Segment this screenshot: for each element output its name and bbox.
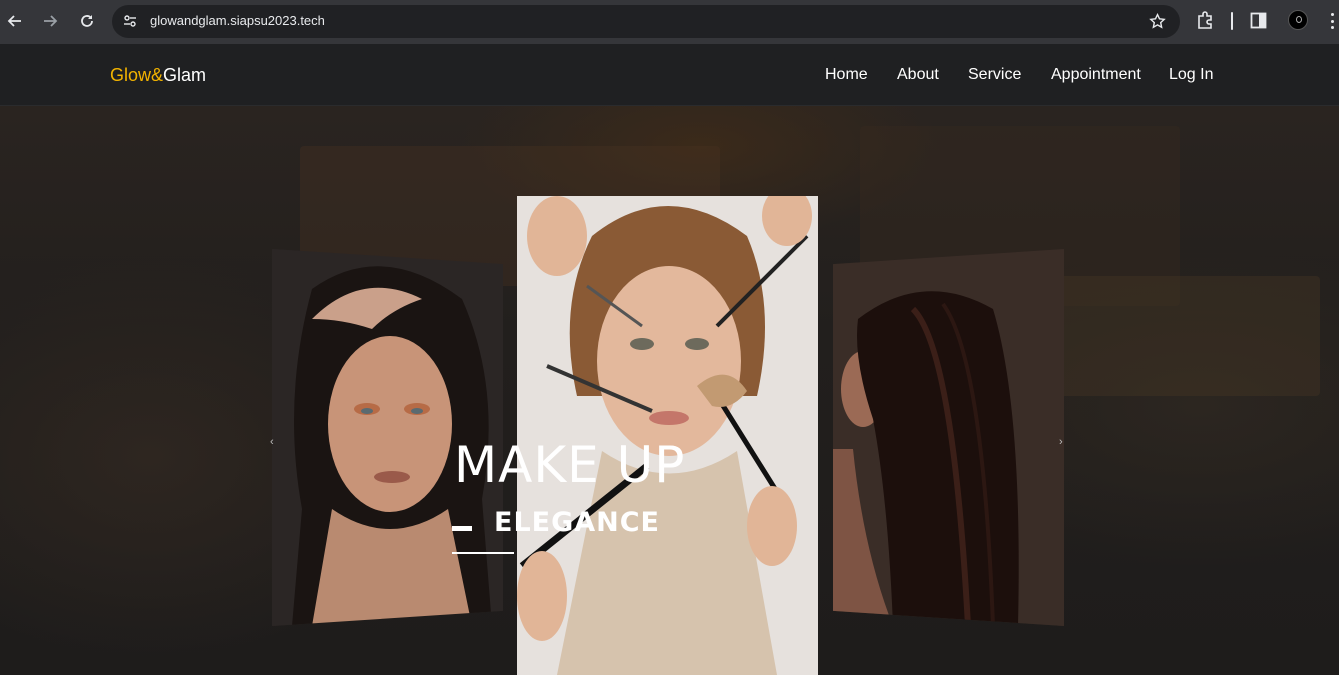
extensions-icon[interactable] <box>1196 11 1214 29</box>
nav-login[interactable]: Log In <box>1169 66 1213 84</box>
site-navbar: Glow&Glam Home About Service Appointment… <box>0 44 1339 106</box>
nav-about[interactable]: About <box>897 66 939 84</box>
nav-appointment[interactable]: Appointment <box>1051 66 1141 84</box>
browser-toolbar: glowandglam.siapsu2023.tech <box>0 0 1339 44</box>
browser-menu-icon[interactable] <box>1331 13 1335 29</box>
profile-avatar[interactable] <box>1288 10 1308 30</box>
site-logo[interactable]: Glow&Glam <box>110 65 206 86</box>
hero-dash <box>452 526 472 531</box>
reload-button[interactable] <box>75 9 99 33</box>
site-info-icon[interactable] <box>122 13 138 29</box>
hero-carousel: ‹ › MAKE UP ELEGANCE <box>0 106 1339 675</box>
forward-button[interactable] <box>38 9 62 33</box>
hero-underline <box>452 552 514 554</box>
background-blur-shape <box>1060 276 1320 396</box>
carousel-slide-right[interactable] <box>833 249 1064 626</box>
carousel-next-arrow[interactable]: › <box>1059 436 1063 448</box>
url-text: glowandglam.siapsu2023.tech <box>150 13 325 28</box>
nav-service[interactable]: Service <box>968 66 1021 84</box>
back-arrow-icon <box>7 15 21 27</box>
carousel-prev-arrow[interactable]: ‹ <box>270 436 274 448</box>
side-panel-icon[interactable] <box>1250 12 1267 29</box>
reload-icon <box>81 15 93 27</box>
forward-arrow-icon <box>44 15 58 27</box>
nav-home[interactable]: Home <box>825 66 868 84</box>
toolbar-divider <box>1231 12 1233 30</box>
back-button[interactable] <box>3 9 27 33</box>
bookmark-star-icon[interactable] <box>1149 13 1166 30</box>
logo-text-main: Glam <box>163 65 207 85</box>
hero-title: MAKE UP <box>454 436 686 494</box>
hair-model-image <box>833 249 1064 626</box>
hero-subtitle: ELEGANCE <box>494 507 661 538</box>
address-bar[interactable]: glowandglam.siapsu2023.tech <box>112 5 1180 38</box>
logo-text-accent: Glow& <box>110 65 164 85</box>
